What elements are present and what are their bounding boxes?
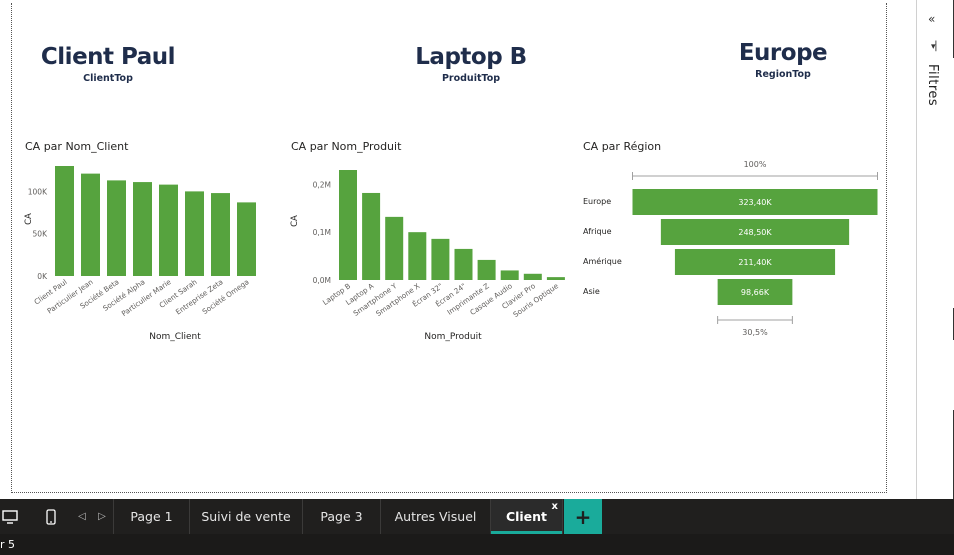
card-label: ProduitTop xyxy=(441,73,501,84)
bar[interactable] xyxy=(55,166,74,276)
y-axis-label: CA xyxy=(24,213,34,225)
bar[interactable] xyxy=(546,277,565,280)
tab-page-3[interactable]: Page 3 xyxy=(303,499,381,534)
bar[interactable] xyxy=(454,248,473,280)
page-tab-bar: ◁ ▷ Page 1 Suivi de vente Page 3 Autres … xyxy=(0,499,954,534)
funnel-category-label: Amérique xyxy=(583,256,622,266)
bar[interactable] xyxy=(362,192,381,280)
bar[interactable] xyxy=(81,173,100,276)
tab-client[interactable]: Client x xyxy=(491,499,563,534)
bar[interactable] xyxy=(431,238,450,280)
bar[interactable] xyxy=(185,191,204,276)
tab-label: Autres Visuel xyxy=(394,509,477,524)
bar[interactable] xyxy=(408,232,427,280)
x-tick-label: Société Omega xyxy=(201,277,251,316)
close-tab-icon[interactable]: x xyxy=(552,501,558,512)
tab-label: Suivi de vente xyxy=(201,509,291,524)
filter-icon: ▾▏ xyxy=(931,42,943,52)
card-label: ClientTop xyxy=(83,73,133,84)
tab-label: Page 1 xyxy=(130,509,173,524)
funnel-value-label: 323,40K xyxy=(738,198,772,207)
y-tick-label: 0K xyxy=(37,272,48,281)
bar[interactable] xyxy=(385,216,404,280)
funnel-category-label: Asie xyxy=(583,287,600,296)
tab-page-1[interactable]: Page 1 xyxy=(113,499,190,534)
card-region-top[interactable]: Europe RegionTop xyxy=(703,40,863,80)
filters-pane-label[interactable]: Filtres xyxy=(925,64,940,106)
bar[interactable] xyxy=(133,182,152,276)
x-axis-label: Nom_Produit xyxy=(424,332,482,342)
y-tick-label: 100K xyxy=(28,187,48,196)
desktop-layout-icon[interactable] xyxy=(0,499,20,534)
funnel-category-label: Europe xyxy=(583,197,611,206)
tab-label: Client xyxy=(505,509,548,524)
funnel-category-label: Afrique xyxy=(583,227,612,236)
mobile-layout-icon[interactable] xyxy=(40,499,62,534)
tab-suivi-de-vente[interactable]: Suivi de vente xyxy=(190,499,303,534)
bar[interactable] xyxy=(107,180,126,276)
add-page-button[interactable]: + xyxy=(564,499,602,534)
card-client-top[interactable]: Client Paul ClientTop xyxy=(28,44,188,84)
report-canvas: Client Paul ClientTop Laptop B ProduitTo… xyxy=(0,0,916,499)
y-axis-label: CA xyxy=(290,215,300,227)
card-label: RegionTop xyxy=(755,69,811,80)
chart-ca-par-produit[interactable]: 0,0M0,1M0,2MLaptop BLaptop ASmartphone Y… xyxy=(286,155,572,350)
y-tick-label: 50K xyxy=(33,230,49,239)
bar[interactable] xyxy=(523,273,542,280)
card-produit-top[interactable]: Laptop B ProduitTop xyxy=(391,44,551,84)
card-value: Laptop B xyxy=(415,44,527,70)
card-value: Client Paul xyxy=(40,44,176,70)
prev-page-icon[interactable]: ◁ xyxy=(74,499,90,534)
bar[interactable] xyxy=(237,202,256,276)
bar[interactable] xyxy=(500,270,519,280)
tab-label: Page 3 xyxy=(320,509,363,524)
chart-title-region: CA par Région xyxy=(583,140,662,153)
chart-title-produit: CA par Nom_Produit xyxy=(291,140,402,153)
status-bar: r 5 xyxy=(0,534,954,555)
x-axis-label: Nom_Client xyxy=(149,332,201,342)
chart-title-client: CA par Nom_Client xyxy=(25,140,129,153)
card-value: Europe xyxy=(738,40,828,66)
funnel-value-label: 211,40K xyxy=(738,258,772,267)
y-tick-label: 0,0M xyxy=(313,276,331,285)
bar[interactable] xyxy=(339,170,357,280)
bar[interactable] xyxy=(159,184,178,276)
chart-ca-par-client[interactable]: 0K50K100KClient PaulParticulier JeanSoci… xyxy=(20,155,282,350)
filters-pane[interactable]: « ▾▏ Filtres xyxy=(916,0,954,499)
bar[interactable] xyxy=(477,259,496,280)
bar[interactable] xyxy=(211,193,230,276)
funnel-bottom-percent: 30,5% xyxy=(742,328,768,337)
funnel-value-label: 248,50K xyxy=(738,228,772,237)
status-text: r 5 xyxy=(0,538,16,551)
y-tick-label: 0,1M xyxy=(313,228,331,237)
collapse-pane-icon[interactable]: « xyxy=(928,12,935,26)
funnel-top-percent: 100% xyxy=(744,160,767,169)
next-page-icon[interactable]: ▷ xyxy=(94,499,110,534)
funnel-value-label: 98,66K xyxy=(741,288,770,297)
y-tick-label: 0,2M xyxy=(313,180,331,189)
tab-autres-visuel[interactable]: Autres Visuel xyxy=(381,499,491,534)
chart-ca-par-region[interactable]: 100% 323,40K Europe 248,50K Afrique 211,40K Am… xyxy=(580,155,885,345)
